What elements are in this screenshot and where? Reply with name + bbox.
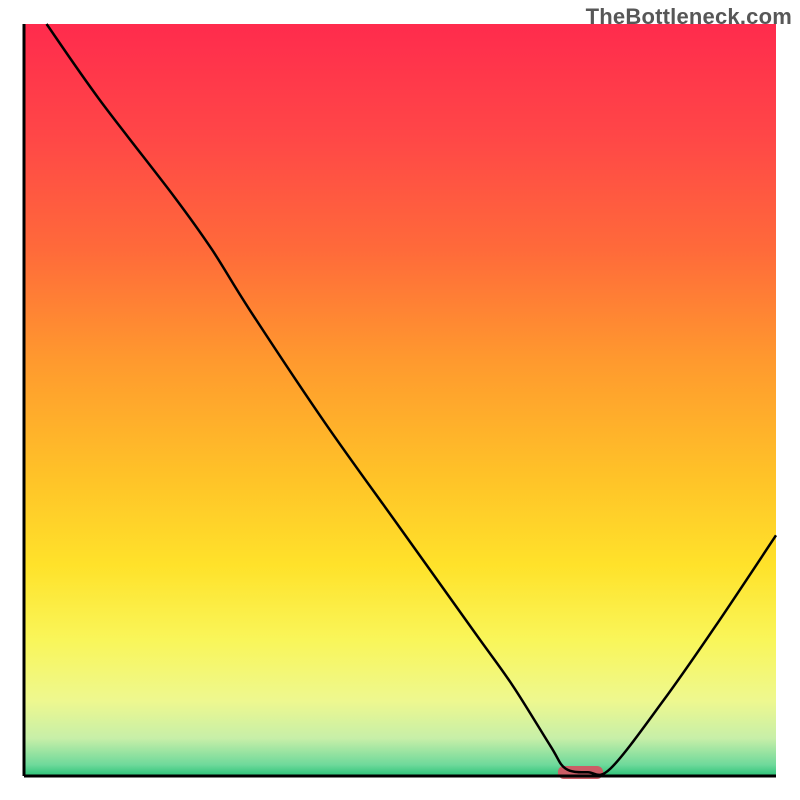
watermark-text: TheBottleneck.com bbox=[586, 4, 792, 30]
bottleneck-chart bbox=[0, 0, 800, 800]
chart-container: TheBottleneck.com bbox=[0, 0, 800, 800]
plot-background bbox=[24, 24, 776, 776]
